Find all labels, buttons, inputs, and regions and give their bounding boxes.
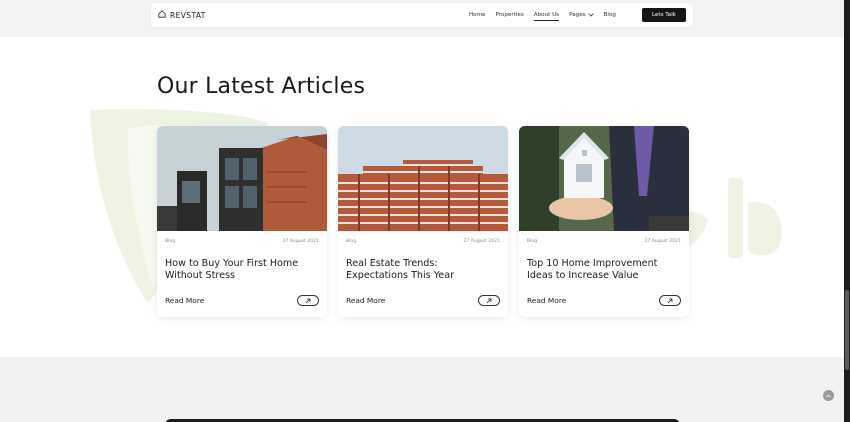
article-date: 27 August 2021 <box>463 239 500 244</box>
arrow-button[interactable] <box>659 295 681 306</box>
article-date: 27 August 2021 <box>644 239 681 244</box>
read-more-link[interactable]: Read More <box>346 296 385 305</box>
chevron-down-icon <box>587 13 594 17</box>
article-category: Blog <box>165 239 176 244</box>
nav-pages-label: Pages <box>569 12 586 18</box>
lets-talk-button[interactable]: Lets Talk <box>641 8 686 22</box>
article-image-hand-holding-house-model[interactable] <box>519 126 689 231</box>
article-title[interactable]: Real Estate Trends: Expectations This Ye… <box>338 244 508 281</box>
article-category: Blog <box>346 239 357 244</box>
article-card[interactable]: Blog 27 August 2021 Real Estate Trends: … <box>338 126 508 317</box>
article-footer: Read More <box>346 295 500 306</box>
arrow-up-right-icon <box>486 298 492 303</box>
article-footer: Read More <box>165 295 319 306</box>
article-date: 27 August 2021 <box>282 239 319 244</box>
home-outline-icon <box>158 10 166 20</box>
brand[interactable]: REVSTAT <box>158 10 206 20</box>
navbar: REVSTAT Home Properties About Us Pages B… <box>151 3 693 27</box>
article-image-modern-brick-house[interactable] <box>157 126 327 231</box>
article-meta: Blog 27 August 2021 <box>157 231 327 244</box>
read-more-link[interactable]: Read More <box>165 296 204 305</box>
article-meta: Blog 27 August 2021 <box>338 231 508 244</box>
arrow-button[interactable] <box>478 295 500 306</box>
article-category: Blog <box>527 239 538 244</box>
arrow-button[interactable] <box>297 295 319 306</box>
nav-pages[interactable]: Pages <box>569 12 594 18</box>
nav-properties[interactable]: Properties <box>495 12 523 18</box>
article-image-apartment-block[interactable] <box>338 126 508 231</box>
footer-band <box>0 357 844 422</box>
article-card[interactable]: Blog 27 August 2021 How to Buy Your Firs… <box>157 126 327 317</box>
scroll-to-top-button[interactable] <box>823 390 834 401</box>
read-more-link[interactable]: Read More <box>527 296 566 305</box>
article-footer: Read More <box>527 295 681 306</box>
nav-blog[interactable]: Blog <box>604 12 616 18</box>
arrow-up-right-icon <box>305 298 311 303</box>
section-title: Our Latest Articles <box>157 74 366 99</box>
article-title[interactable]: How to Buy Your First Home Without Stres… <box>157 244 327 281</box>
nav-about-us[interactable]: About Us <box>533 12 560 21</box>
brand-name: REVSTAT <box>170 10 206 20</box>
scrollbar-thumb[interactable] <box>845 290 849 370</box>
chevron-up-icon <box>826 394 831 398</box>
article-meta: Blog 27 August 2021 <box>519 231 689 244</box>
article-title[interactable]: Top 10 Home Improvement Ideas to Increas… <box>519 244 689 281</box>
arrow-up-right-icon <box>667 298 673 303</box>
nav-home[interactable]: Home <box>469 12 486 18</box>
nav-links: Home Properties About Us Pages Blog Lets… <box>469 8 686 22</box>
articles-grid: Blog 27 August 2021 How to Buy Your Firs… <box>157 126 689 317</box>
article-card[interactable]: Blog 27 August 2021 Top 10 Home Improvem… <box>519 126 689 317</box>
